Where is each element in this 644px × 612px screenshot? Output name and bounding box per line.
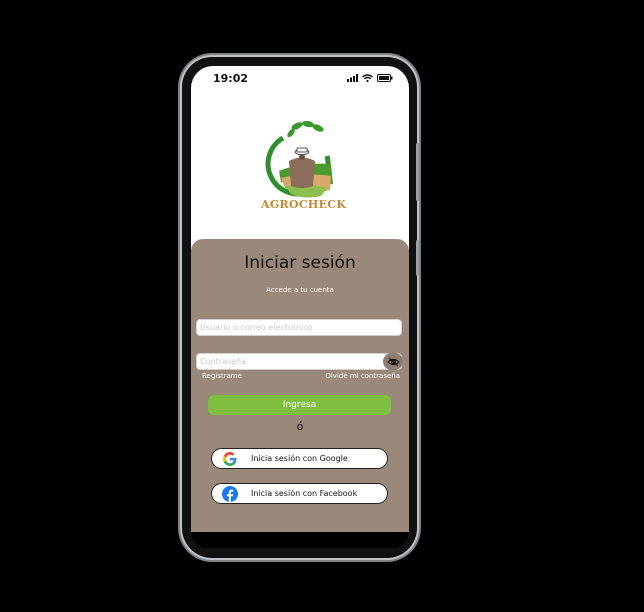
facebook-signin-button[interactable]: Inicia sesión con Facebook (211, 483, 388, 504)
app-screen: 19:02 AGROCHECK Iniciar sesión Accede a … (191, 66, 409, 533)
battery-icon (377, 74, 393, 82)
facebook-signin-label: Inicia sesión con Facebook (251, 489, 358, 498)
status-icons (347, 74, 393, 82)
google-signin-label: Inicia sesión con Google (251, 454, 348, 463)
google-icon (221, 450, 239, 468)
volume-button (416, 143, 419, 201)
power-button (416, 240, 419, 276)
facebook-icon (221, 485, 239, 503)
forgot-password-link[interactable]: Olvidé mi contraseña (325, 372, 400, 380)
login-card: Iniciar sesión Accede a tu cuenta Regist… (191, 239, 409, 533)
google-signin-button[interactable]: Inicia sesión con Google (211, 448, 388, 469)
signal-icon (347, 74, 358, 82)
page-title: Iniciar sesión (244, 253, 356, 273)
page-subtitle: Accede a tu cuenta (266, 286, 334, 294)
eye-off-icon (386, 357, 400, 366)
or-separator: ó (296, 420, 304, 433)
status-time: 19:02 (213, 72, 249, 85)
toggle-password-visibility[interactable] (383, 353, 403, 370)
logo-text: AGROCHECK (261, 198, 347, 211)
wifi-icon (362, 74, 373, 82)
login-button[interactable]: Ingresa (208, 395, 391, 415)
status-bar: 19:02 (191, 66, 409, 92)
password-input[interactable] (196, 353, 402, 370)
register-link[interactable]: Registrame (202, 372, 242, 380)
home-indicator-area (191, 532, 409, 548)
username-input[interactable] (196, 319, 402, 336)
